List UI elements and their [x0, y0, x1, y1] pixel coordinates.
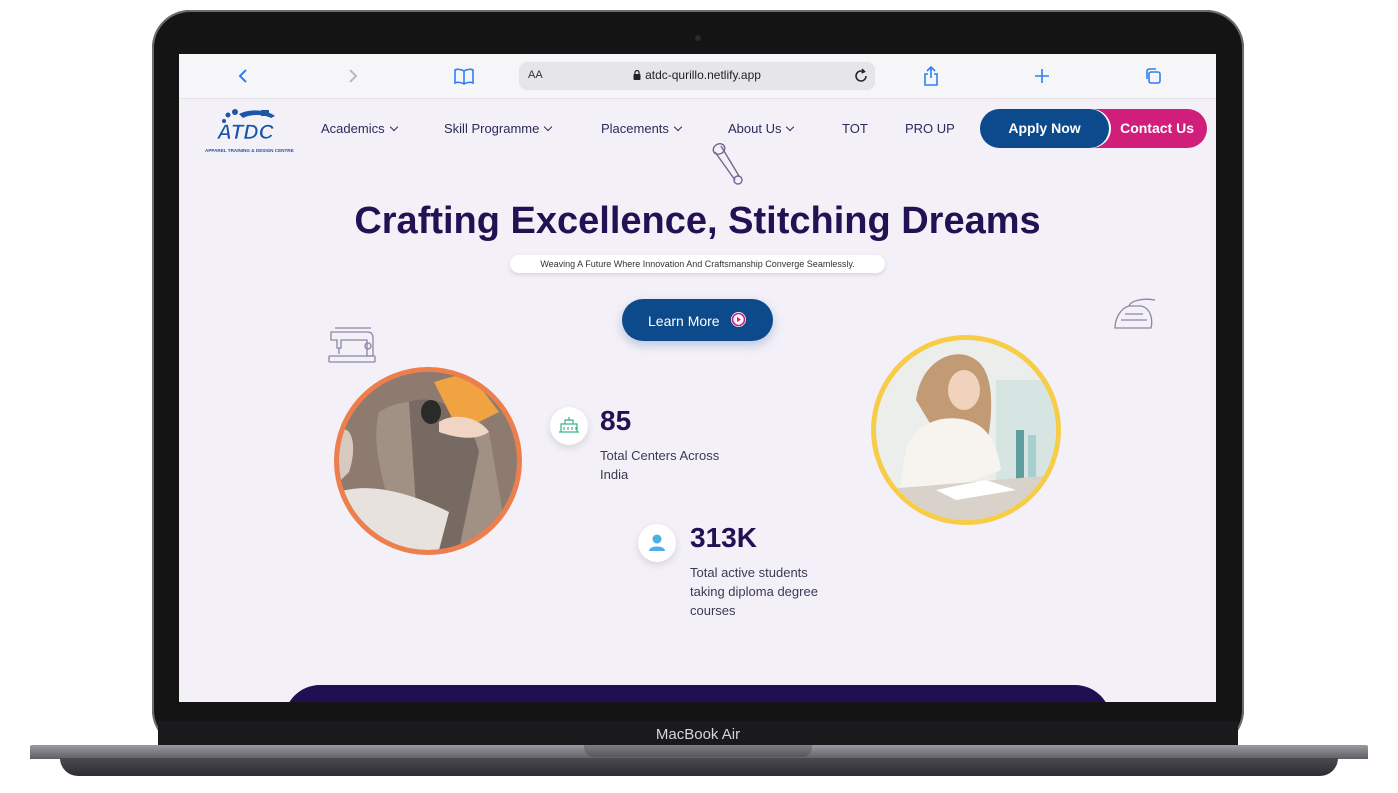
nav-pro-up-label: PRO UP — [905, 121, 955, 136]
browser-toolbar: AA atdc-qurillo.netlify.app — [179, 54, 1216, 99]
stat-students-label: Total active students taking diploma deg… — [690, 565, 818, 618]
laptop-base-bottom — [60, 758, 1338, 776]
chevron-down-icon — [389, 122, 398, 132]
apply-now-label: Apply Now — [1008, 120, 1081, 136]
share-icon[interactable] — [917, 62, 945, 90]
stat-centers-label: Total Centers Across India — [600, 448, 720, 482]
tailoring-photo-art — [339, 372, 517, 550]
screen: AA atdc-qurillo.netlify.app ATDC APPAREL… — [179, 54, 1216, 702]
tabs-icon[interactable] — [1139, 62, 1167, 90]
contact-us-button[interactable]: Contact Us — [1094, 109, 1207, 148]
lock-icon — [633, 69, 641, 80]
designer-photo — [871, 335, 1061, 525]
new-tab-icon[interactable] — [1028, 62, 1056, 90]
nav-tot-label: TOT — [842, 121, 868, 136]
address-bar[interactable]: AA atdc-qurillo.netlify.app — [519, 62, 875, 90]
next-section-block — [284, 685, 1111, 702]
camera-dot — [695, 35, 701, 41]
chevron-down-icon — [544, 122, 553, 132]
hero-heading: Crafting Excellence, Stitching Dreams — [354, 200, 1041, 242]
url-display: atdc-qurillo.netlify.app — [519, 68, 875, 82]
chevron-down-icon — [786, 122, 795, 132]
back-icon[interactable] — [229, 62, 257, 90]
sewing-machine-icon — [328, 327, 376, 363]
stat-students-value: 313K — [690, 522, 757, 553]
learn-more-button[interactable]: Learn More — [622, 299, 773, 341]
nav-about-us-label: About Us — [728, 121, 782, 136]
safety-pin-icon — [712, 143, 743, 185]
nav-pro-up[interactable]: PRO UP — [905, 121, 955, 136]
hero-subheading: Weaving A Future Where Innovation And Cr… — [540, 259, 855, 269]
student-icon — [649, 534, 665, 551]
nav-tot[interactable]: TOT — [842, 121, 868, 136]
learn-more-label: Learn More — [648, 313, 720, 329]
tailoring-photo — [334, 367, 522, 555]
site-logo[interactable]: ATDC APPAREL TRAINING & DESIGN CENTRE — [203, 106, 299, 158]
play-circle-icon — [731, 312, 746, 327]
nav-placements-label: Placements — [601, 121, 669, 136]
reload-icon[interactable] — [853, 65, 869, 89]
stat-students-icon-wrap — [638, 524, 676, 562]
chevron-down-icon — [673, 122, 683, 132]
designer-photo-art — [876, 340, 1056, 520]
laptop-notch — [584, 745, 812, 757]
logo-mark: ATDC APPAREL TRAINING & DESIGN CENTRE — [205, 109, 294, 153]
nav-about-us[interactable]: About Us — [728, 121, 795, 136]
bookmarks-icon[interactable] — [450, 62, 478, 90]
apply-now-button[interactable]: Apply Now — [980, 109, 1109, 148]
building-icon — [559, 417, 579, 433]
url-text: atdc-qurillo.netlify.app — [645, 68, 761, 82]
hero-subheading-pill: Weaving A Future Where Innovation And Cr… — [510, 255, 885, 273]
nav-placements[interactable]: Placements — [601, 121, 683, 136]
iron-icon — [1114, 298, 1156, 329]
nav-skill-programme[interactable]: Skill Programme — [444, 121, 553, 136]
forward-icon[interactable] — [339, 62, 367, 90]
logo-subtext: APPAREL TRAINING & DESIGN CENTRE — [205, 148, 294, 153]
stat-centers-icon-wrap — [550, 407, 588, 445]
stat-centers-value: 85 — [600, 405, 632, 436]
logo-text: ATDC — [216, 121, 275, 144]
nav-academics-label: Academics — [321, 121, 385, 136]
nav-skill-programme-label: Skill Programme — [444, 121, 540, 136]
model-label: MacBook Air — [655, 726, 741, 743]
contact-us-label: Contact Us — [1120, 120, 1194, 136]
nav-academics[interactable]: Academics — [321, 121, 398, 136]
